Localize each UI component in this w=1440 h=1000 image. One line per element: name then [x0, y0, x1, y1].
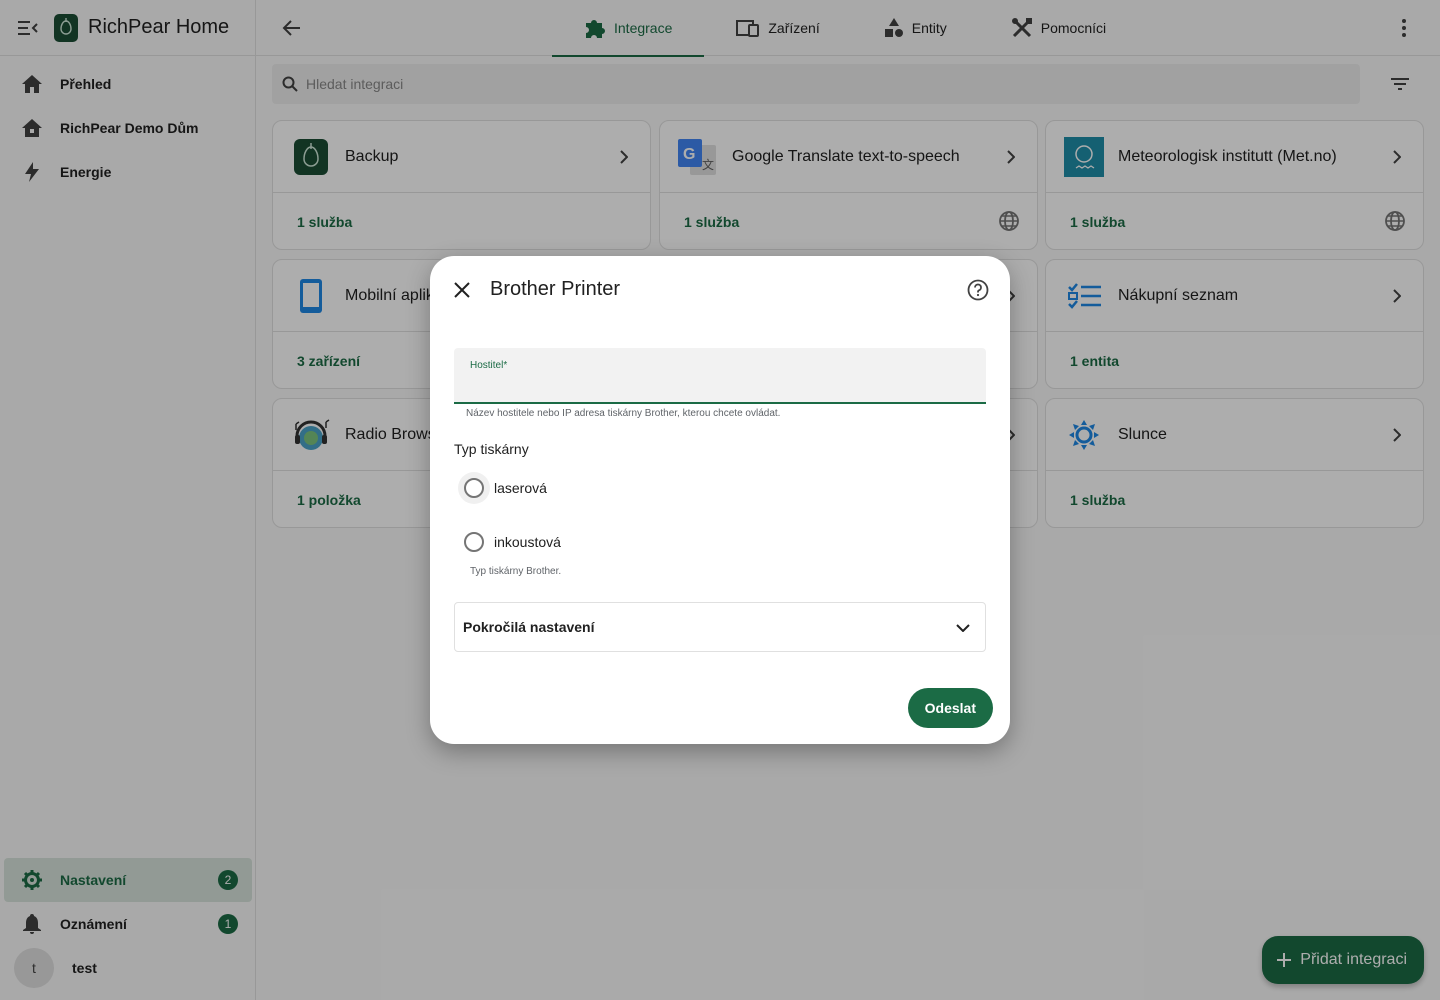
host-label: Hostitel* — [470, 360, 508, 371]
host-field[interactable]: Hostitel* — [454, 348, 986, 404]
close-icon[interactable] — [450, 278, 474, 302]
radio-option-ink[interactable]: inkoustová — [464, 530, 561, 554]
submit-button[interactable]: Odeslat — [907, 688, 993, 728]
radio-button[interactable] — [464, 478, 484, 498]
radio-button[interactable] — [464, 532, 484, 552]
printer-type-label: Typ tiskárny — [454, 441, 529, 457]
advanced-settings-label: Pokročilá nastavení — [463, 619, 595, 635]
host-input[interactable] — [470, 376, 970, 392]
radio-label: laserová — [494, 480, 547, 496]
help-icon[interactable] — [966, 278, 990, 302]
chevron-down-icon — [951, 616, 975, 640]
config-flow-dialog: Brother Printer Hostitel* Název hostitel… — [430, 256, 1010, 744]
host-helper-text: Název hostitele nebo IP adresa tiskárny … — [466, 408, 781, 419]
advanced-settings-expander[interactable]: Pokročilá nastavení — [454, 602, 986, 652]
printer-type-helper-text: Typ tiskárny Brother. — [470, 566, 562, 577]
dialog-title: Brother Printer — [490, 278, 621, 300]
radio-option-laser[interactable]: laserová — [464, 476, 547, 500]
radio-label: inkoustová — [494, 534, 561, 550]
